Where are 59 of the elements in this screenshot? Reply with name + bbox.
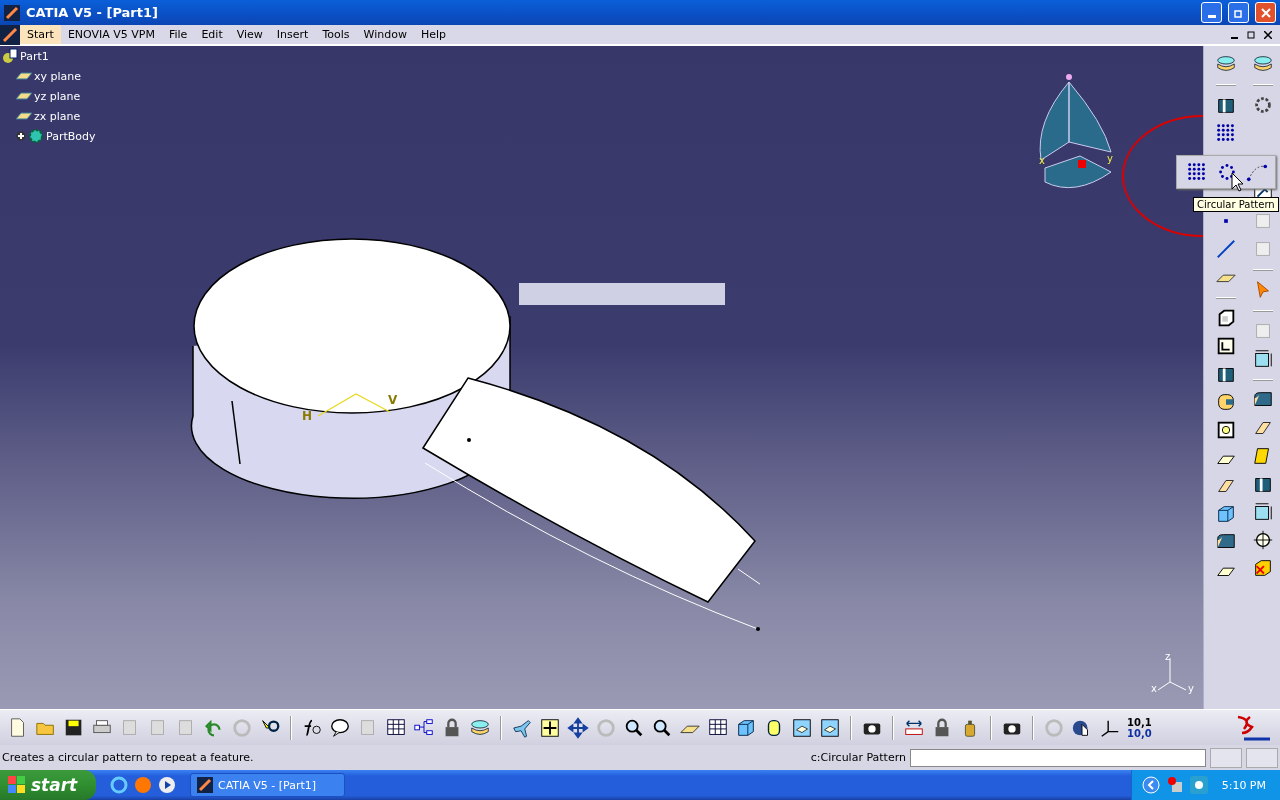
tray-app-icon[interactable] bbox=[1189, 776, 1208, 794]
target-icon[interactable] bbox=[1251, 529, 1274, 551]
app-logo-icon bbox=[4, 4, 20, 21]
network-error-icon[interactable] bbox=[1165, 776, 1184, 794]
browser-icon[interactable] bbox=[110, 776, 128, 794]
speech-bubble-icon[interactable] bbox=[329, 716, 351, 739]
clock: 5:10 PM bbox=[1221, 778, 1266, 792]
tooltip: Circular Pattern bbox=[1193, 197, 1279, 212]
tree-item[interactable]: PartBody bbox=[46, 129, 96, 143]
windows-logo-icon bbox=[8, 776, 26, 794]
line-icon[interactable] bbox=[1214, 238, 1237, 260]
menu-item[interactable]: Tools bbox=[315, 25, 357, 44]
tree-item[interactable]: yz plane bbox=[34, 89, 81, 103]
rectangular-pattern-icon[interactable] bbox=[1214, 122, 1237, 144]
close-icon bbox=[1260, 7, 1271, 18]
mouse-cursor-icon bbox=[1231, 172, 1243, 192]
command-label: c:Circular Pattern bbox=[810, 751, 906, 764]
minimize-button[interactable] bbox=[1201, 2, 1222, 23]
menu-item[interactable]: Insert bbox=[269, 25, 316, 44]
view-icon[interactable] bbox=[791, 716, 813, 739]
tree-item[interactable]: xy plane bbox=[34, 69, 82, 83]
status-message: Creates a circular pattern to repeat a feature. bbox=[2, 751, 255, 764]
gear-icon bbox=[28, 128, 44, 144]
media-player-icon[interactable] bbox=[158, 776, 176, 794]
plane-icon bbox=[16, 72, 32, 80]
menu-item[interactable]: ENOVIA V5 VPM bbox=[60, 25, 162, 44]
rectangular-pattern-icon[interactable] bbox=[1186, 161, 1208, 183]
menu-item[interactable]: View bbox=[229, 25, 270, 44]
start-button[interactable]: start bbox=[0, 770, 96, 800]
menu-item[interactable]: Window bbox=[356, 25, 414, 44]
circular-pattern-icon[interactable] bbox=[1216, 161, 1238, 183]
part-model-drawing: H V bbox=[190, 206, 760, 636]
axis-triad-drawing: z x y bbox=[1150, 652, 1198, 694]
close-icon[interactable] bbox=[1264, 30, 1272, 39]
restore-icon bbox=[1233, 7, 1244, 18]
view-icon[interactable] bbox=[819, 716, 841, 739]
menu-item[interactable]: Help bbox=[413, 25, 453, 44]
minimize-icon bbox=[1207, 15, 1216, 18]
menu-item[interactable]: Edit bbox=[194, 25, 230, 44]
app-logo-icon bbox=[197, 777, 213, 793]
menu-item[interactable]: Start bbox=[20, 25, 61, 44]
pan-icon[interactable] bbox=[567, 716, 589, 739]
fit-all-icon[interactable] bbox=[539, 716, 561, 739]
command-input[interactable] bbox=[910, 748, 1206, 767]
close-button[interactable] bbox=[1255, 2, 1276, 23]
expand-icon[interactable] bbox=[16, 131, 26, 141]
units-icon[interactable]: 10,1 10,0 bbox=[1126, 715, 1152, 740]
menu-item[interactable]: File bbox=[162, 25, 195, 44]
restore-button[interactable] bbox=[1228, 2, 1249, 23]
taskbar-button[interactable]: CATIA V5 - [Part1] bbox=[190, 773, 345, 797]
plane-icon bbox=[16, 92, 32, 100]
chevron-icon[interactable] bbox=[1141, 776, 1160, 794]
tree-item[interactable]: zx plane bbox=[34, 109, 81, 123]
tree-item[interactable]: Part1 bbox=[20, 49, 49, 63]
app-logo-icon bbox=[0, 24, 20, 45]
window-title: CATIA V5 - [Part1] bbox=[26, 5, 159, 20]
restore-icon[interactable] bbox=[1247, 30, 1256, 39]
plane-icon bbox=[16, 112, 32, 120]
part-icon bbox=[2, 48, 18, 64]
